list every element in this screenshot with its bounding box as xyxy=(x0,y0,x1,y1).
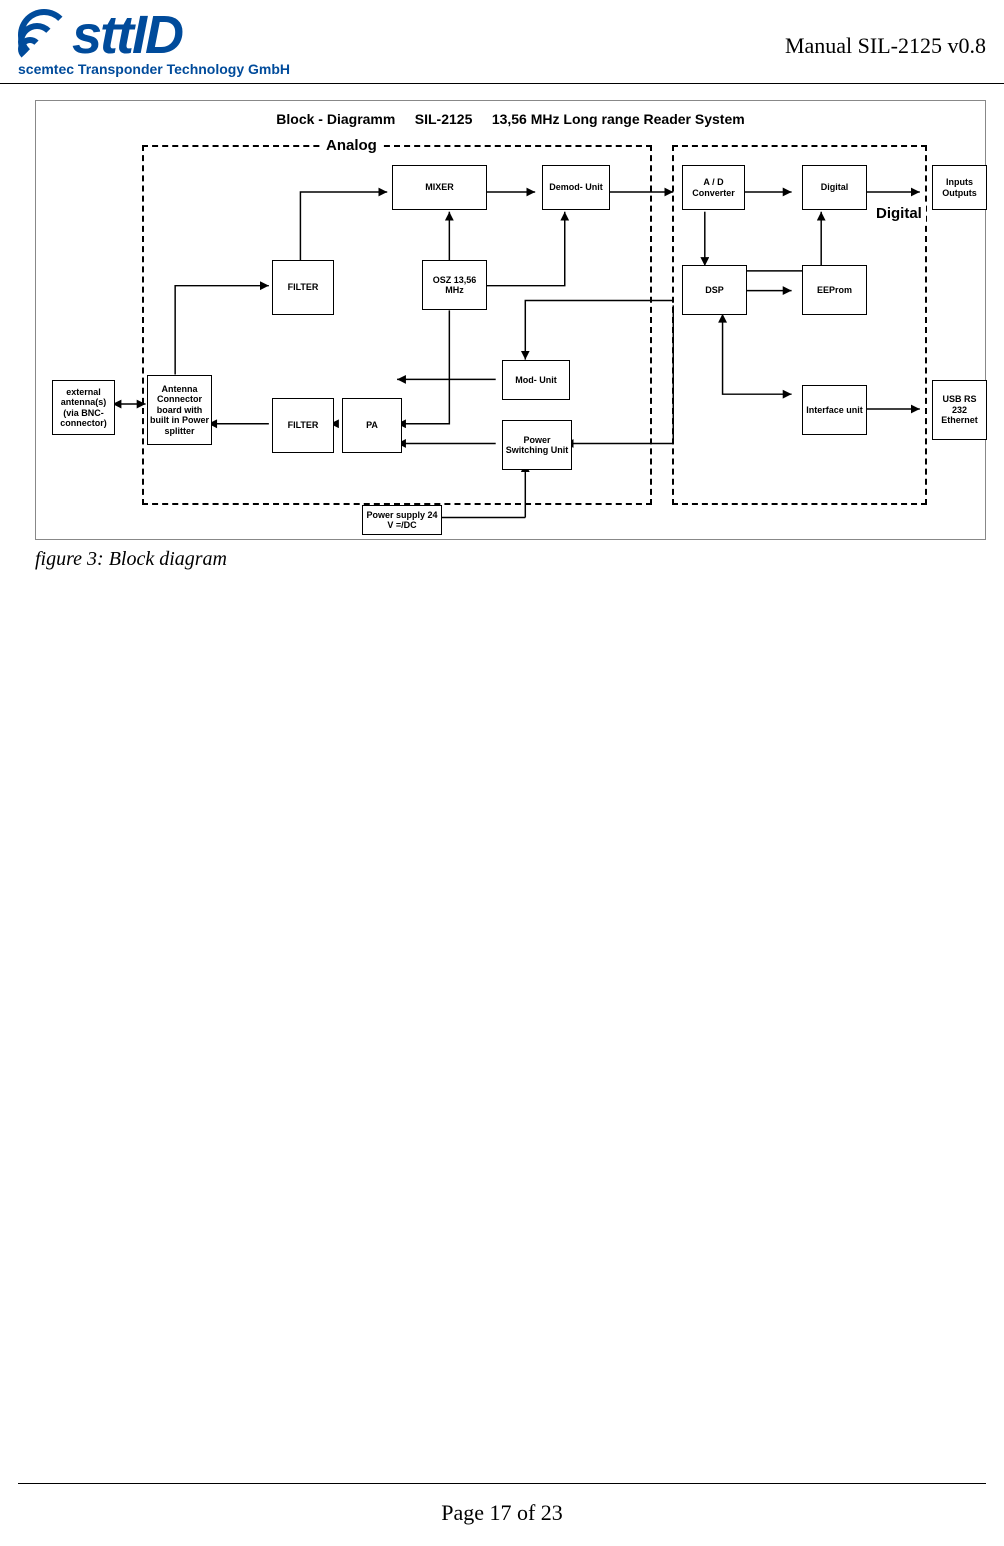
block-digital: Digital xyxy=(802,165,867,210)
logo-text-stt: stt xyxy=(72,5,132,65)
block-antenna-connector: Antenna Connector board with built in Po… xyxy=(147,375,212,445)
logo: sttID scemtec Transponder Technology Gmb… xyxy=(18,7,290,77)
block-power-switching: Power Switching Unit xyxy=(502,420,572,470)
block-interface: Interface unit xyxy=(802,385,867,435)
page-header: sttID scemtec Transponder Technology Gmb… xyxy=(0,0,1004,84)
logo-icon xyxy=(18,9,70,61)
block-oscillator: OSZ 13,56 MHz xyxy=(422,260,487,310)
block-mixer: MIXER xyxy=(392,165,487,210)
block-dsp: DSP xyxy=(682,265,747,315)
block-comm-ports: USB RS 232 Ethernet xyxy=(932,380,987,440)
page-content: Block - Diagramm SIL-2125 13,56 MHz Long… xyxy=(35,100,986,571)
block-pa: PA xyxy=(342,398,402,453)
digital-label: Digital xyxy=(872,205,926,222)
manual-title: Manual SIL-2125 v0.8 xyxy=(785,33,986,77)
page-footer: Page 17 of 23 xyxy=(18,1483,986,1526)
block-external-antenna: external antenna(s) (via BNC-connector) xyxy=(52,380,115,435)
block-demod: Demod- Unit xyxy=(542,165,610,210)
page-number: Page 17 of 23 xyxy=(441,1500,563,1525)
block-filter-rx: FILTER xyxy=(272,260,334,315)
block-eeprom: EEProm xyxy=(802,265,867,315)
block-diagram: Block - Diagramm SIL-2125 13,56 MHz Long… xyxy=(35,100,986,540)
block-adc: A / D Converter xyxy=(682,165,745,210)
figure-caption: figure 3: Block diagram xyxy=(35,548,986,571)
diagram-title: Block - Diagramm SIL-2125 13,56 MHz Long… xyxy=(42,111,979,127)
block-power-supply: Power supply 24 V =/DC xyxy=(362,505,442,535)
diagram-area: Analog Digital xyxy=(42,135,979,535)
block-mod: Mod- Unit xyxy=(502,360,570,400)
logo-subtitle: scemtec Transponder Technology GmbH xyxy=(18,61,290,77)
block-filter-tx: FILTER xyxy=(272,398,334,453)
analog-label: Analog xyxy=(322,137,381,154)
logo-text-id: ID xyxy=(132,5,182,65)
block-io: Inputs Outputs xyxy=(932,165,987,210)
